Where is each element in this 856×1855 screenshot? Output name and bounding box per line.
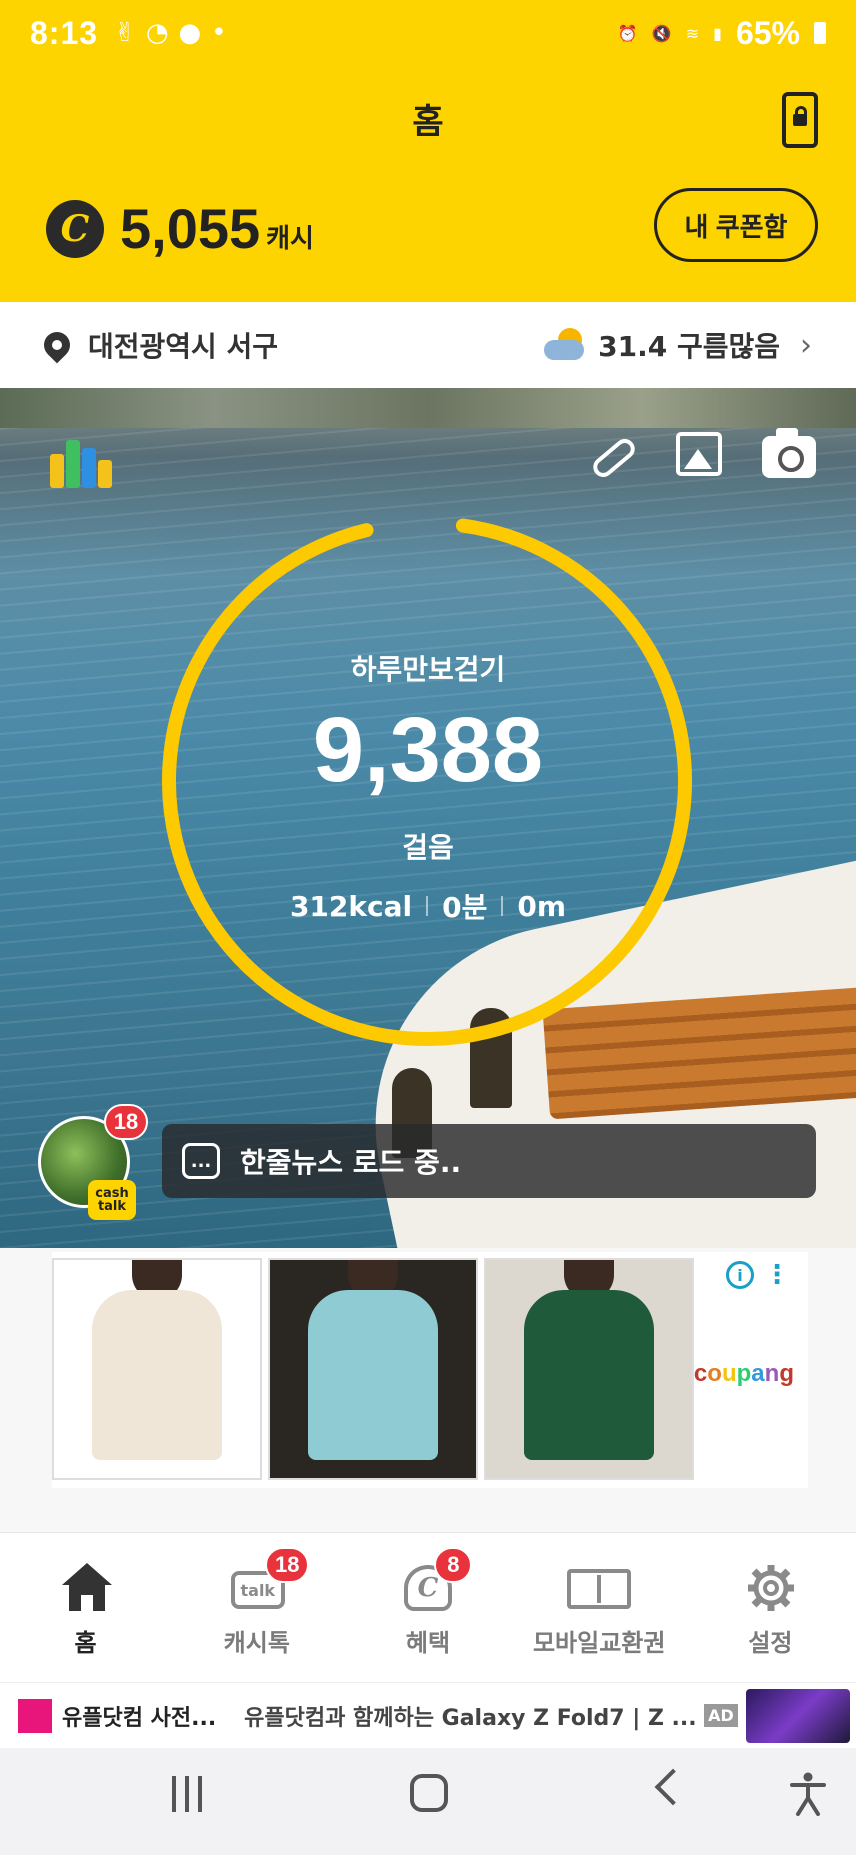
step-metrics: 312kcal 0분 0m [0,886,856,926]
home-button[interactable] [410,1774,448,1812]
ad-controls: i ⋮ [726,1260,790,1290]
status-notification-icons: ✌ ◔ ● • [114,18,227,48]
banner-title: 유플닷컴 사전... [62,1705,217,1731]
banner-thumbnail [745,1688,850,1743]
battery-level: 65% [735,14,800,51]
app-header: 홈 C 5,055 캐시 내 쿠폰함 [0,66,856,302]
voucher-icon [567,1561,632,1613]
coupon-box-button[interactable]: 내 쿠폰함 [654,188,818,262]
banner-description: 유플닷컴과 함께하는 Galaxy Z Fold7 | Z ... [244,1705,697,1731]
status-time: 8:13 [30,14,99,51]
step-count: 9,388 [312,699,544,801]
advertiser-logo [18,1698,52,1733]
more-dots-icon: ... [182,1143,220,1179]
step-counter-hero: 하루만보걷기 9,388 걸음 312kcal 0분 0m 18 cash tal… [0,388,856,1248]
mute-icon: 🔇 [651,23,672,43]
location-bar[interactable]: 대전광역시 서구 31.4 구름많음 › [0,302,856,388]
weather-info[interactable]: 31.4 구름많음 › [544,325,812,365]
pill-icon[interactable] [586,432,639,482]
cash-coin-icon: C [46,199,104,258]
lock-screen-icon[interactable] [782,92,818,148]
cashtalk-logo: cash talk [88,1180,136,1220]
nav-settings[interactable]: 설정 [685,1533,856,1682]
ad-product-image[interactable] [484,1258,694,1480]
image-icon[interactable] [676,432,722,476]
cashtalk-nav-badge: 18 [265,1547,310,1583]
accessibility-icon[interactable] [790,1772,826,1816]
recent-apps-button[interactable] [172,1776,202,1812]
benefits-nav-badge: 8 [434,1547,473,1583]
coupang-logo: coupang [693,1360,794,1387]
dot-icon: • [211,18,227,48]
distance-value: 0m [517,889,567,923]
page-title: 홈 [412,102,444,142]
step-unit: 걸음 [402,831,454,864]
status-bar: 8:13 ✌ ◔ ● • ⏰ 🔇 ≋ ▮ 65% [0,0,856,66]
ad-product-image[interactable] [268,1258,478,1480]
cash-unit: 캐시 [266,224,314,254]
more-vert-icon[interactable]: ⋮ [764,1260,790,1290]
home-icon [58,1561,114,1613]
wifi-icon: ≋ [685,23,700,43]
signal-icon: ▮ [713,23,722,43]
ad-banner[interactable]: i ⋮ coupang [52,1252,808,1488]
news-ticker[interactable]: ... 한줄뉴스 로드 중.. [162,1124,816,1198]
system-nav-bar [0,1748,856,1855]
bank-icon: ◔ [145,18,169,48]
status-system-icons: ⏰ 🔇 ≋ ▮ 65% [618,15,826,52]
minutes-value: 0분 [442,891,488,924]
background-shore [0,388,856,428]
calories-value: 312kcal [289,889,413,923]
metric-divider [501,896,504,916]
alarm-icon: ⏰ [617,23,638,43]
partly-cloudy-icon [544,328,590,362]
cash-amount: 5,055 [120,197,261,260]
cash-balance[interactable]: C 5,055 캐시 [46,196,314,261]
cashtalk-badge: 18 [104,1104,148,1140]
weather-text: 31.4 구름많음 [598,330,780,363]
metric-divider [426,896,429,916]
bottom-nav: 홈 talk 18 캐시톡 C 8 혜택 모바일교환권 설정 [0,1532,856,1682]
location-pin-icon [38,326,76,364]
camera-icon[interactable] [762,428,816,478]
nav-mobile-voucher[interactable]: 모바일교환권 [514,1533,685,1682]
nav-home[interactable]: 홈 [0,1533,171,1682]
back-button[interactable] [654,1768,692,1806]
nav-cashtalk[interactable]: talk 18 캐시톡 [171,1533,342,1682]
stats-chart-icon[interactable] [50,432,112,488]
chevron-right-icon: › [800,327,812,363]
info-icon[interactable]: i [726,1261,754,1289]
notification-icon: ✌ [114,18,136,48]
chat-bubble-icon: ● [178,18,202,48]
step-goal-label: 하루만보걷기 [350,653,506,686]
nav-benefits[interactable]: C 8 혜택 [342,1533,513,1682]
bottom-ad-banner[interactable]: 유플닷컴 사전... 유플닷컴과 함께하는 Galaxy Z Fold7 | Z… [0,1682,856,1748]
ad-product-image[interactable] [52,1258,262,1480]
ad-area: i ⋮ coupang [0,1248,856,1532]
news-text: 한줄뉴스 로드 중.. [240,1146,462,1179]
location-text: 대전광역시 서구 [88,330,279,363]
gear-icon [742,1561,798,1613]
battery-icon [814,22,826,44]
ad-label: AD [704,1704,738,1727]
